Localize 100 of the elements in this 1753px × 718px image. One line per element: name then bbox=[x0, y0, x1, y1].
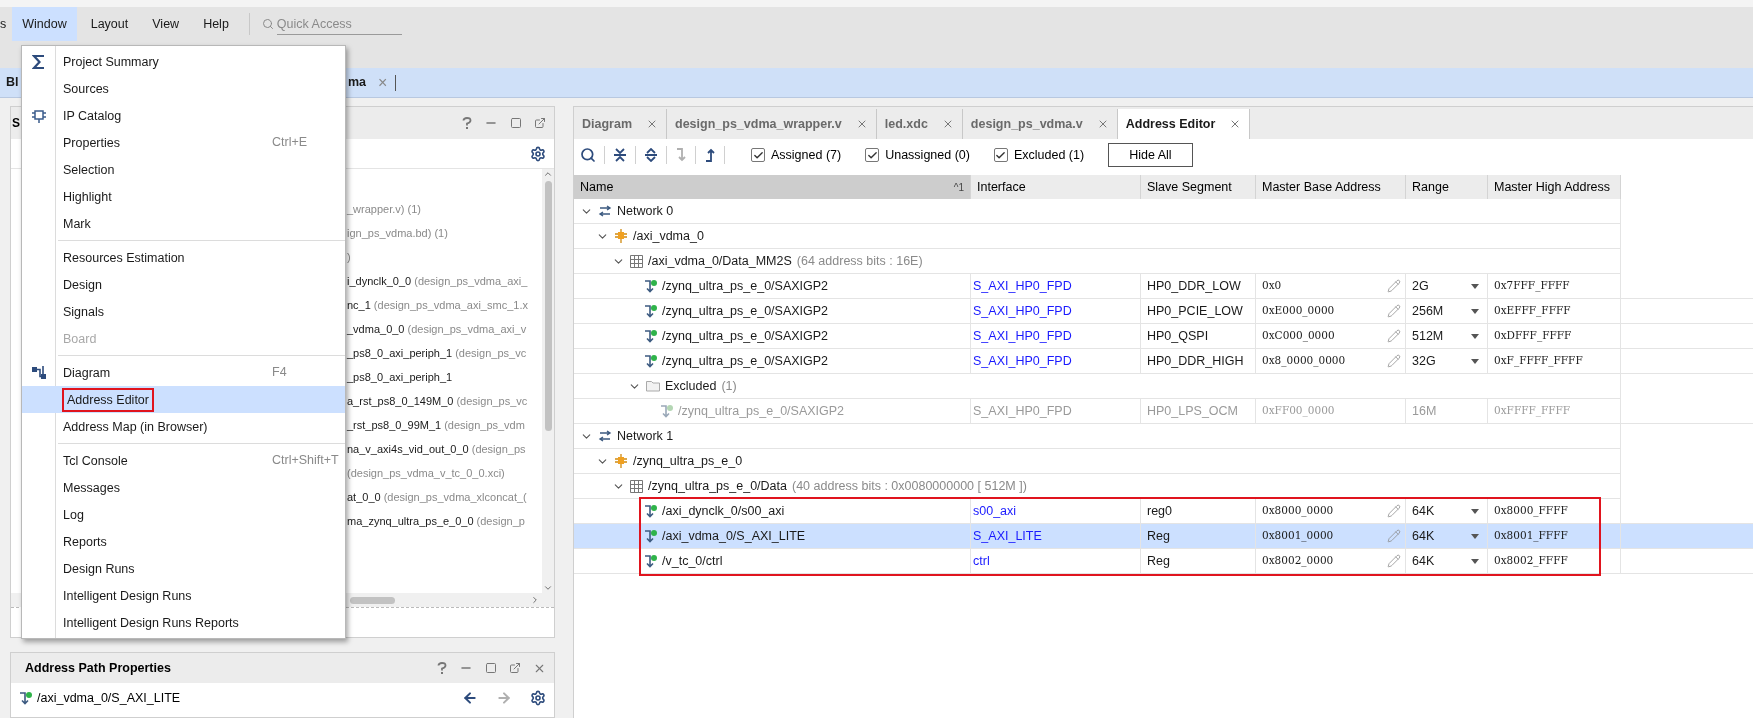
caret-icon[interactable] bbox=[1471, 533, 1479, 539]
table-cell: 0x8_0000_0000 bbox=[1262, 353, 1346, 369]
interface-link[interactable]: S_AXI_LITE bbox=[973, 526, 1042, 546]
interface-link[interactable]: S_AXI_HP0_FPD bbox=[973, 326, 1072, 346]
help-icon[interactable] bbox=[462, 116, 472, 130]
table-row[interactable]: /zynq_ultra_ps_e_0/SAXIGP2 S_AXI_HP0_FPD HP0_DDR_LOW 0x0 2G 0x7FFF_FFFF bbox=[574, 274, 1753, 299]
document-tab[interactable]: Bl bbox=[6, 73, 19, 92]
menu-item[interactable]: Reports bbox=[22, 528, 345, 555]
tree-label[interactable]: nc_1 bbox=[347, 296, 371, 314]
checkbox[interactable] bbox=[865, 148, 880, 162]
scroll-down-icon[interactable] bbox=[543, 583, 553, 593]
menu-item[interactable]: Intelligent Design Runs Reports bbox=[22, 609, 345, 636]
checkbox[interactable] bbox=[993, 148, 1008, 162]
interface-link[interactable]: ctrl bbox=[973, 551, 990, 571]
menu-item[interactable]: Highlight bbox=[22, 183, 345, 210]
tree-label[interactable]: Network 0 bbox=[617, 201, 674, 221]
tree-label[interactable]: /axi_vdma_0 bbox=[633, 226, 704, 246]
interface-link[interactable]: S_AXI_HP0_FPD bbox=[973, 351, 1072, 371]
editor-tab[interactable]: Address Editor bbox=[1117, 109, 1251, 139]
tree-label[interactable]: _vdma_0_0 bbox=[347, 320, 405, 338]
tree-label[interactable]: /zynq_ultra_ps_e_0 bbox=[633, 451, 743, 471]
menu-item[interactable]: Address Editor bbox=[22, 386, 345, 413]
tree-label[interactable]: _ps8_0_axi_periph_1 bbox=[347, 368, 453, 386]
table-row[interactable]: /v_tc_0/ctrl ctrl Reg 0x8002_0000 64K 0x8002_FFFF bbox=[574, 549, 1753, 574]
scrollbar[interactable] bbox=[542, 169, 554, 593]
scroll-up-icon[interactable] bbox=[543, 169, 553, 179]
menu-item[interactable]: Mark bbox=[22, 210, 345, 237]
menu-item[interactable]: Selection bbox=[22, 156, 345, 183]
arrow-down-icon[interactable] bbox=[675, 148, 687, 162]
back-arrow-icon[interactable] bbox=[462, 690, 478, 706]
scroll-right-icon[interactable] bbox=[530, 595, 540, 605]
hide-all-button[interactable]: Hide All bbox=[1108, 143, 1193, 167]
tree-label[interactable]: i_dynclk_0_0 bbox=[347, 272, 412, 290]
tree-detail: (design_p bbox=[476, 513, 525, 529]
help-icon[interactable] bbox=[437, 661, 447, 675]
settings-icon[interactable] bbox=[530, 145, 546, 162]
menu-item[interactable]: IP Catalog bbox=[22, 102, 345, 129]
menu-item[interactable]: Intelligent Design Runs bbox=[22, 582, 345, 609]
menu-item[interactable]: Resources Estimation bbox=[22, 244, 345, 271]
pencil-icon[interactable] bbox=[1387, 279, 1401, 293]
menu-item[interactable]: Address Map (in Browser) bbox=[22, 413, 345, 440]
menu-bar-item[interactable]: View bbox=[142, 7, 190, 41]
table-row[interactable]: /axi_vdma_0/S_AXI_LITE S_AXI_LITE Reg 0x8001_0000 64K 0x8001_FFFF bbox=[574, 524, 1753, 549]
pencil-icon[interactable] bbox=[1387, 554, 1401, 568]
tree-label[interactable]: _ps8_0_axi_periph_1 bbox=[347, 344, 453, 362]
pencil-icon[interactable] bbox=[1387, 329, 1401, 343]
arrow-up-icon[interactable] bbox=[704, 148, 716, 162]
menu-item[interactable]: Project Summary bbox=[22, 48, 345, 75]
quick-access-field[interactable]: Quick Access bbox=[276, 13, 402, 35]
menu-item[interactable]: Signals bbox=[22, 298, 345, 325]
search-icon[interactable] bbox=[580, 147, 596, 163]
tree-label[interactable]: at_0_0 bbox=[347, 488, 381, 506]
table-row[interactable]: /axi_dynclk_0/s00_axi s00_axi reg0 0x8000_0000 64K 0x8000_FFFF bbox=[574, 499, 1753, 524]
tree-label[interactable]: ma_zynq_ultra_ps_e_0_0 bbox=[347, 512, 474, 530]
document-tab[interactable]: ma bbox=[348, 73, 367, 92]
settings-icon[interactable] bbox=[530, 690, 546, 706]
menu-item[interactable]: Properties Ctrl+E bbox=[22, 129, 345, 156]
caret-icon[interactable] bbox=[1471, 333, 1479, 339]
caret-icon[interactable] bbox=[1471, 358, 1479, 364]
tree-label[interactable]: na_v_axi4s_vid_out_0_0 bbox=[347, 440, 469, 458]
tree-label[interactable]: /zynq_ultra_ps_e_0/Data bbox=[648, 476, 787, 496]
tree-label[interactable]: _rst_ps8_0_99M_1 bbox=[347, 416, 442, 434]
forward-arrow-icon[interactable] bbox=[496, 690, 512, 706]
menu-item[interactable]: Tcl Console Ctrl+Shift+T bbox=[22, 447, 345, 474]
tree-label[interactable]: /axi_vdma_0/Data_MM2S bbox=[648, 251, 792, 271]
maximize-icon[interactable] bbox=[485, 662, 497, 674]
interface-link[interactable]: S_AXI_HP0_FPD bbox=[973, 301, 1072, 321]
pencil-icon[interactable] bbox=[1387, 304, 1401, 318]
tree-label[interactable]: a_rst_ps8_0_149M_0 bbox=[347, 392, 454, 410]
table-row[interactable]: /zynq_ultra_ps_e_0/SAXIGP2 S_AXI_HP0_FPD HP0_PCIE_LOW 0xE000_0000 256M 0xEFFF_FFFF bbox=[574, 299, 1753, 324]
menu-item[interactable]: Design Runs bbox=[22, 555, 345, 582]
menu-item[interactable]: Design bbox=[22, 271, 345, 298]
caret-icon[interactable] bbox=[1471, 283, 1479, 289]
pencil-icon[interactable] bbox=[1387, 354, 1401, 368]
caret-icon[interactable] bbox=[1471, 308, 1479, 314]
interface-link[interactable]: S_AXI_HP0_FPD bbox=[973, 276, 1072, 296]
tree-label[interactable]: Network 1 bbox=[617, 426, 674, 446]
menu-bar-item[interactable]: Window bbox=[12, 7, 77, 41]
menu-item[interactable]: Sources bbox=[22, 75, 345, 102]
menu-bar-item[interactable]: Help bbox=[193, 7, 239, 41]
interface-link[interactable]: s00_axi bbox=[973, 501, 1017, 521]
caret-icon[interactable] bbox=[1471, 558, 1479, 564]
caret-icon[interactable] bbox=[1471, 508, 1479, 514]
menu-item[interactable]: Messages bbox=[22, 474, 345, 501]
checkbox[interactable] bbox=[751, 148, 765, 162]
float-icon[interactable] bbox=[534, 117, 546, 129]
shortcut-label: Ctrl+E bbox=[272, 134, 308, 152]
menu-bar-item[interactable]: Layout bbox=[80, 7, 139, 41]
table-row[interactable]: /zynq_ultra_ps_e_0/SAXIGP2 S_AXI_HP0_FPD HP0_DDR_HIGH 0x8_0000_0000 32G 0xF_FFFF_FFFF bbox=[574, 349, 1753, 374]
pencil-icon[interactable] bbox=[1387, 504, 1401, 518]
table-row[interactable]: /zynq_ultra_ps_e_0/SAXIGP2 S_AXI_HP0_FPD HP0_QSPI 0xC000_0000 512M 0xDFFF_FFFF bbox=[574, 324, 1753, 349]
menu-bar-item[interactable]: s bbox=[0, 7, 13, 41]
menu-item[interactable]: Log bbox=[22, 501, 345, 528]
menu-item[interactable]: Diagram F4 bbox=[22, 359, 345, 386]
tree-label[interactable]: Excluded bbox=[665, 376, 717, 396]
expand-all-icon[interactable] bbox=[644, 148, 658, 162]
float-icon[interactable] bbox=[509, 662, 521, 674]
maximize-icon[interactable] bbox=[510, 117, 522, 129]
collapse-all-icon[interactable] bbox=[613, 148, 627, 162]
column-header[interactable]: Name ^1 bbox=[574, 175, 971, 199]
